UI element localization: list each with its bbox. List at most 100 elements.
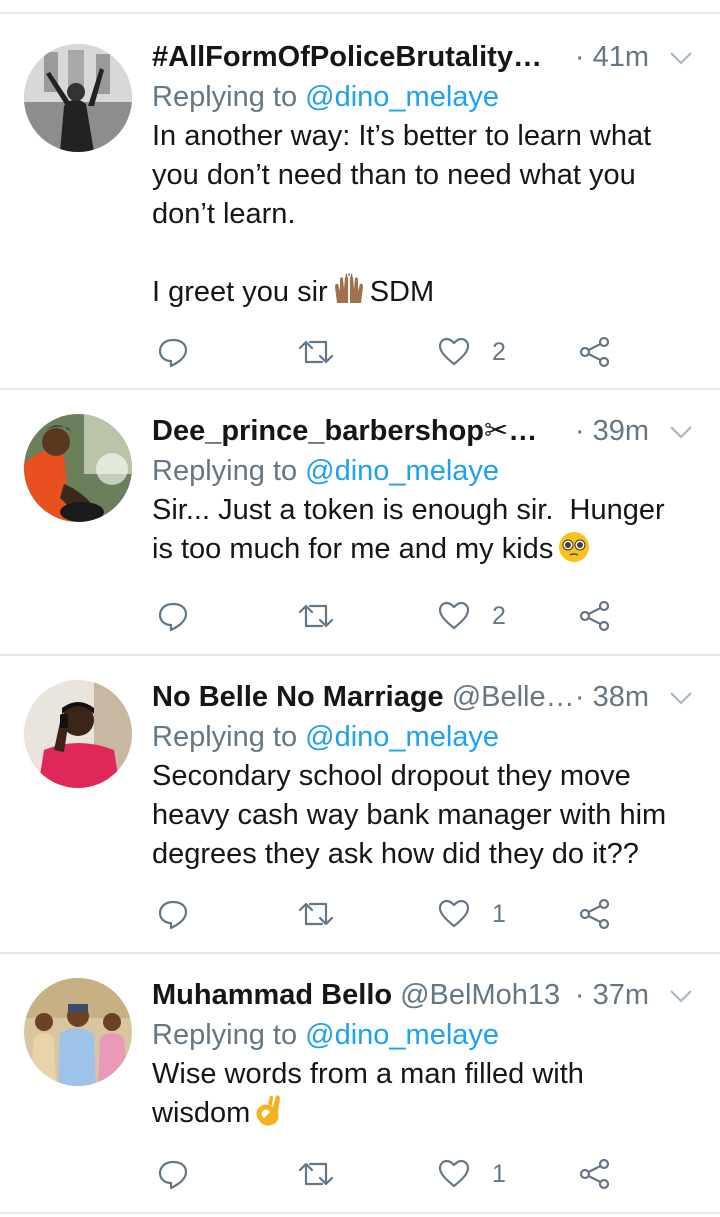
tweet-4[interactable]: Muhammad Bello @BelMoh13 · 37m Replying t… [0,954,720,1212]
tweet-2[interactable]: Dee_prince_barbershop✂💸… · 39m Replying … [0,390,720,656]
replying-to: Replying to @dino_melaye [152,452,697,490]
replying-prefix: Replying to [152,81,298,113]
retweet-button[interactable] [298,596,334,636]
share-icon [579,600,610,632]
avatar[interactable] [24,44,132,152]
retweet-icon [298,604,334,628]
timestamp[interactable]: · 37m [575,974,649,1016]
tweet-content: #AllFormOfPoliceBrutalityM… · 41m Replyi… [152,36,697,318]
retweet-icon [298,902,334,926]
share-icon [579,898,610,930]
bottom-divider [0,1212,720,1214]
reply-icon [158,1160,188,1190]
avatar[interactable] [24,680,132,788]
share-button[interactable] [579,894,611,934]
text-line: don’t learn. [152,198,296,230]
tweet-content: No Belle No Marriage @Belle… · 38m Replyi… [152,676,697,874]
timestamp[interactable]: · 39m [575,410,649,452]
retweet-button[interactable] [298,332,334,372]
avatar[interactable] [24,414,132,522]
handle[interactable]: @BelMoh13 [400,974,560,1016]
display-name[interactable]: Dee_prince_barbershop✂💸… [152,410,562,452]
share-icon [579,1158,610,1190]
text-line: In another way: It’s better to learn wha… [152,120,652,152]
reply-button[interactable] [157,1154,189,1194]
tweet-text: Wise words from a man filled with wisdom [152,1055,697,1139]
replying-to: Replying to @dino_melaye [152,78,697,116]
text-line: you don’t need than to need what you [152,159,636,191]
chevron-down-icon[interactable] [669,984,693,1008]
heart-icon [438,601,470,630]
tweet-content: Muhammad Bello @BelMoh13 · 37m Replying t… [152,974,697,1139]
tweet-text: Secondary school dropout they move heavy … [152,757,697,874]
tweet-text: In another way: It’s better to learn wha… [152,117,697,318]
share-button[interactable] [579,596,611,636]
replying-to: Replying to @dino_melaye [152,1016,697,1054]
tweet-3[interactable]: No Belle No Marriage @Belle… · 38m Replyi… [0,656,720,954]
mention-link[interactable]: @dino_melaye [305,81,499,113]
text-line: Sir... Just a token is enough sir. Hunge… [152,494,665,526]
tweet-header: Muhammad Bello @BelMoh13 · 37m [152,974,697,1016]
reply-icon [158,602,188,632]
tweet-text: Sir... Just a token is enough sir. Hunge… [152,491,697,575]
timestamp[interactable]: · 41m [575,36,649,78]
like-button[interactable]: 1 [438,1154,506,1194]
like-count: 1 [492,1159,506,1188]
like-button[interactable]: 1 [438,894,506,934]
retweet-button[interactable] [298,894,334,934]
share-button[interactable] [579,332,611,372]
timestamp[interactable]: · 38m [575,676,649,718]
tweet-header: No Belle No Marriage @Belle… · 38m [152,676,697,718]
share-button[interactable] [579,1154,611,1194]
reply-button[interactable] [157,332,189,372]
reply-icon [158,900,188,930]
text-line: Wise words from a man filled with [152,1058,584,1090]
tweet-header: #AllFormOfPoliceBrutalityM… · 41m [152,36,697,78]
chevron-down-icon[interactable] [669,46,693,70]
like-button[interactable]: 2 [438,332,506,372]
text-line: wisdom [152,1094,697,1139]
replying-prefix: Replying to [152,455,298,487]
text-line: I greet you sir SDM [152,273,697,318]
pleading-face-emoji [557,530,591,575]
handle[interactable]: @Belle… [452,676,575,718]
like-button[interactable]: 2 [438,596,506,636]
replying-prefix: Replying to [152,721,298,753]
text-line: is too much for me and my kids [152,530,697,575]
tweet-content: Dee_prince_barbershop✂💸… · 39m Replying … [152,410,697,575]
text-line: Secondary school dropout they move [152,760,631,792]
text-line: heavy cash way bank manager with him [152,799,667,831]
chevron-down-icon[interactable] [669,686,693,710]
retweet-button[interactable] [298,1154,334,1194]
tweet-actions: 1 [152,894,622,934]
raising-hands-emoji [332,273,366,318]
tweet-actions: 2 [152,596,622,636]
display-name[interactable]: No Belle No Marriage [152,676,444,718]
retweet-icon [298,1162,334,1186]
tweet-1[interactable]: #AllFormOfPoliceBrutalityM… · 41m Replyi… [0,14,720,390]
like-count: 2 [492,601,506,630]
mention-link[interactable]: @dino_melaye [305,455,499,487]
like-count: 1 [492,899,506,928]
chevron-down-icon[interactable] [669,420,693,444]
reply-icon [158,338,188,368]
display-name[interactable]: Muhammad Bello [152,974,392,1016]
text-line: degrees they ask how did they do it?? [152,838,639,870]
heart-icon [438,899,470,928]
reply-button[interactable] [157,894,189,934]
reply-button[interactable] [157,596,189,636]
avatar[interactable] [24,978,132,1086]
tweet-actions: 1 [152,1154,622,1194]
replying-prefix: Replying to [152,1019,298,1051]
replying-to: Replying to @dino_melaye [152,718,697,756]
share-icon [579,336,610,368]
mention-link[interactable]: @dino_melaye [305,721,499,753]
like-count: 2 [492,337,506,366]
retweet-icon [298,340,334,364]
tweet-header: Dee_prince_barbershop✂💸… · 39m [152,410,697,452]
ok-hand-emoji [254,1094,284,1139]
heart-icon [438,1159,470,1188]
display-name[interactable]: #AllFormOfPoliceBrutalityM… [152,36,562,78]
heart-icon [438,337,470,366]
mention-link[interactable]: @dino_melaye [305,1019,499,1051]
